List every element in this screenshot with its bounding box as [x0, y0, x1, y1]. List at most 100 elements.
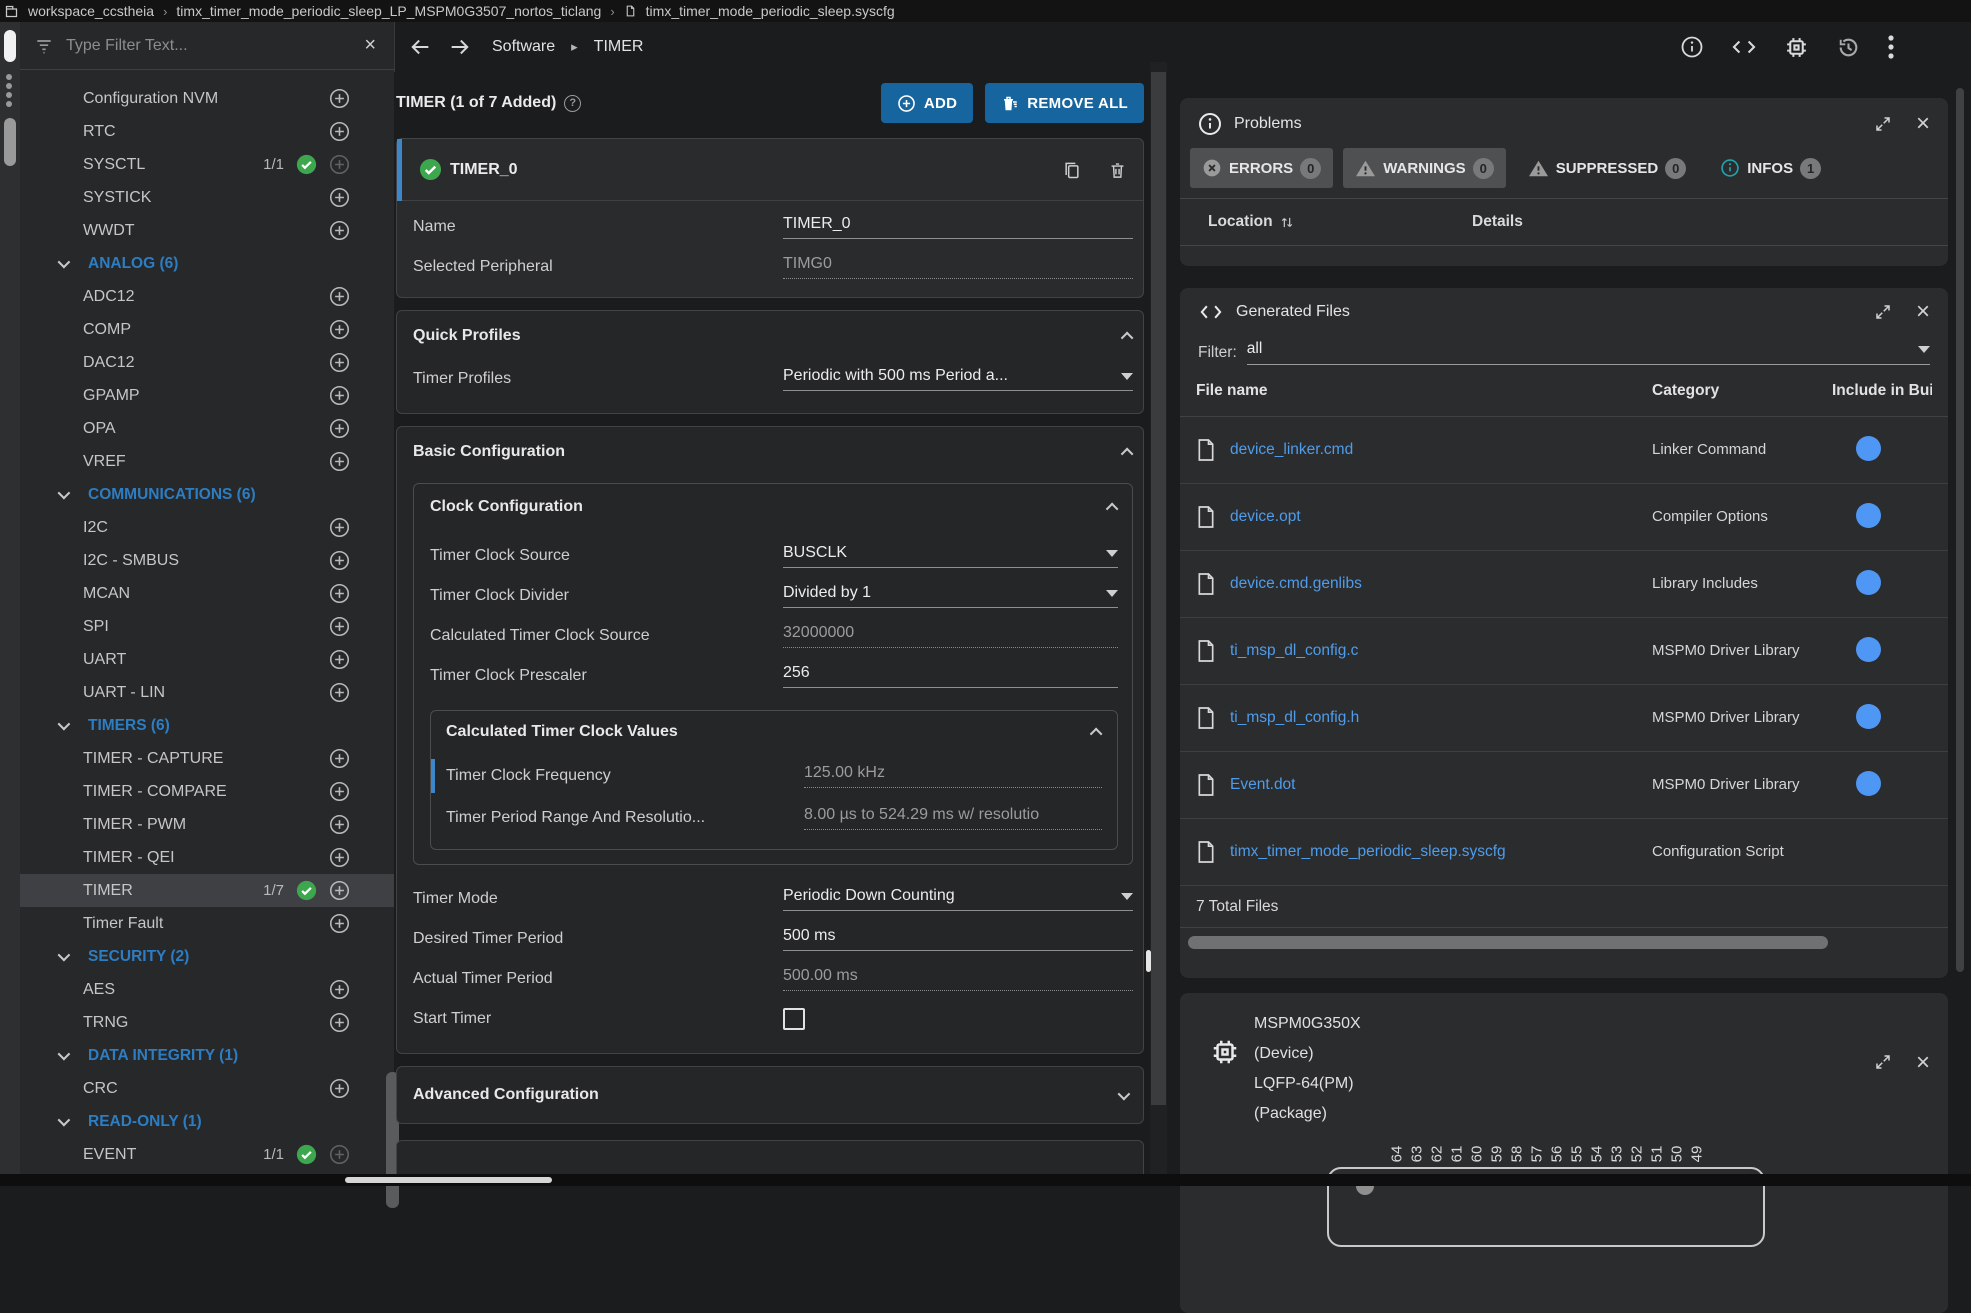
add-instance-icon[interactable]: [329, 385, 350, 406]
clear-filter-icon[interactable]: ×: [360, 34, 380, 57]
sort-icon[interactable]: [1279, 214, 1295, 231]
file-link[interactable]: device.cmd.genlibs: [1230, 575, 1362, 593]
expand-icon[interactable]: [1118, 1087, 1131, 1100]
back-icon[interactable]: [410, 36, 432, 58]
collapse-icon[interactable]: [1121, 331, 1134, 344]
add-instance-icon[interactable]: [329, 979, 350, 1000]
problem-filter-button[interactable]: ERRORS 0: [1190, 148, 1333, 188]
sidebar-item[interactable]: TIMERS (6): [20, 709, 394, 742]
chevron-down-icon[interactable]: [58, 256, 71, 269]
sidebar-item[interactable]: ADC12: [20, 280, 394, 313]
code-icon[interactable]: [1731, 36, 1757, 58]
package-pin[interactable]: 61: [1451, 1136, 1463, 1170]
close-panel-icon[interactable]: ×: [1916, 302, 1930, 322]
start-timer-checkbox[interactable]: [783, 1008, 805, 1030]
add-instance-icon[interactable]: [329, 781, 350, 802]
package-pin[interactable]: 51: [1651, 1136, 1663, 1170]
desired-period-input[interactable]: 500 ms: [783, 927, 1133, 951]
include-column[interactable]: Include in Build: [1832, 382, 1932, 400]
add-instance-icon[interactable]: [329, 220, 350, 241]
package-pin[interactable]: 63: [1411, 1136, 1423, 1170]
sidebar-item[interactable]: SPI: [20, 610, 394, 643]
sidebar-item[interactable]: OPA: [20, 412, 394, 445]
package-pin[interactable]: 53: [1611, 1136, 1623, 1170]
file-link[interactable]: device_linker.cmd: [1230, 441, 1353, 459]
info-icon[interactable]: [1680, 35, 1704, 59]
add-instance-icon[interactable]: [329, 352, 350, 373]
chevron-down-icon[interactable]: [58, 487, 71, 500]
chevron-down-icon[interactable]: [58, 718, 71, 731]
chevron-down-icon[interactable]: [58, 949, 71, 962]
add-instance-icon[interactable]: [329, 121, 350, 142]
sidebar-item[interactable]: COMMUNICATIONS (6): [20, 478, 394, 511]
collapse-icon[interactable]: [1106, 502, 1119, 515]
add-instance-icon[interactable]: [329, 1078, 350, 1099]
filter-select[interactable]: all: [1247, 340, 1930, 365]
sidebar-item[interactable]: TIMER - COMPARE: [20, 775, 394, 808]
sidebar-item[interactable]: UART: [20, 643, 394, 676]
prescaler-input[interactable]: 256: [783, 664, 1118, 688]
middle-scrollbar[interactable]: [1150, 62, 1167, 1186]
details-column[interactable]: Details: [1472, 213, 1523, 231]
nav-breadcrumb-software[interactable]: Software: [492, 38, 555, 56]
sidebar-item[interactable]: SECURITY (2): [20, 940, 394, 973]
sidebar-item[interactable]: I2C: [20, 511, 394, 544]
sidebar-item[interactable]: ANALOG (6): [20, 247, 394, 280]
problem-filter-button[interactable]: SUPPRESSED 0: [1516, 148, 1699, 188]
chevron-down-icon[interactable]: [58, 1114, 71, 1127]
sidebar-item[interactable]: Configuration NVM: [20, 82, 394, 115]
add-button[interactable]: ADD: [881, 83, 973, 123]
clock-source-select[interactable]: BUSCLK: [783, 544, 1118, 568]
add-instance-icon[interactable]: [329, 88, 350, 109]
file-link[interactable]: device.opt: [1230, 508, 1301, 526]
package-pin[interactable]: 58: [1511, 1136, 1523, 1170]
sidebar-item[interactable]: WWDT: [20, 214, 394, 247]
package-pin[interactable]: 56: [1551, 1136, 1563, 1170]
sidebar-item[interactable]: TIMER - CAPTURE: [20, 742, 394, 775]
sidebar-item[interactable]: TIMER 1/7: [20, 874, 394, 907]
kebab-menu-icon[interactable]: [1888, 35, 1894, 59]
add-instance-icon[interactable]: [329, 583, 350, 604]
filter-input[interactable]: [66, 37, 360, 55]
sidebar-item[interactable]: EVENT 1/1: [20, 1138, 394, 1171]
advanced-configuration-card[interactable]: Advanced Configuration: [396, 1066, 1144, 1124]
add-instance-icon[interactable]: [329, 913, 350, 934]
sidebar-item[interactable]: AES: [20, 973, 394, 1006]
close-panel-icon[interactable]: ×: [1916, 114, 1930, 134]
sidebar-item[interactable]: TIMER - QEI: [20, 841, 394, 874]
timer-profiles-select[interactable]: Periodic with 500 ms Period a...: [783, 367, 1133, 391]
history-icon[interactable]: [1836, 35, 1861, 60]
add-instance-icon[interactable]: [329, 682, 350, 703]
sidebar-item[interactable]: CRC: [20, 1072, 394, 1105]
sidebar-item[interactable]: COMP: [20, 313, 394, 346]
add-instance-icon[interactable]: [329, 550, 350, 571]
package-pin[interactable]: 57: [1531, 1136, 1543, 1170]
location-column[interactable]: Location: [1208, 213, 1273, 231]
add-instance-icon[interactable]: [329, 517, 350, 538]
sidebar-item[interactable]: RTC: [20, 115, 394, 148]
file-link[interactable]: Event.dot: [1230, 776, 1296, 794]
files-horizontal-scrollbar[interactable]: [1188, 936, 1828, 949]
package-pin[interactable]: 64: [1391, 1136, 1403, 1170]
add-instance-icon[interactable]: [329, 154, 350, 175]
timer-mode-select[interactable]: Periodic Down Counting: [783, 887, 1133, 911]
add-instance-icon[interactable]: [329, 1012, 350, 1033]
add-instance-icon[interactable]: [329, 616, 350, 637]
chip-icon[interactable]: [1784, 35, 1809, 60]
add-instance-icon[interactable]: [329, 880, 350, 901]
add-instance-icon[interactable]: [329, 649, 350, 670]
file-link[interactable]: timx_timer_mode_periodic_sleep.syscfg: [1230, 843, 1506, 861]
instance-header[interactable]: TIMER_0: [397, 139, 1143, 201]
chevron-down-icon[interactable]: [58, 1048, 71, 1061]
package-pin[interactable]: 52: [1631, 1136, 1643, 1170]
sidebar-item[interactable]: DAC12: [20, 346, 394, 379]
add-instance-icon[interactable]: [329, 1144, 350, 1165]
clock-divider-select[interactable]: Divided by 1: [783, 584, 1118, 608]
file-link[interactable]: ti_msp_dl_config.h: [1230, 709, 1359, 727]
add-instance-icon[interactable]: [329, 418, 350, 439]
sidebar-item[interactable]: VREF: [20, 445, 394, 478]
add-instance-icon[interactable]: [329, 286, 350, 307]
expand-panel-icon[interactable]: [1874, 1053, 1892, 1129]
sidebar-item[interactable]: READ-ONLY (1): [20, 1105, 394, 1138]
sidebar-item[interactable]: TRNG: [20, 1006, 394, 1039]
